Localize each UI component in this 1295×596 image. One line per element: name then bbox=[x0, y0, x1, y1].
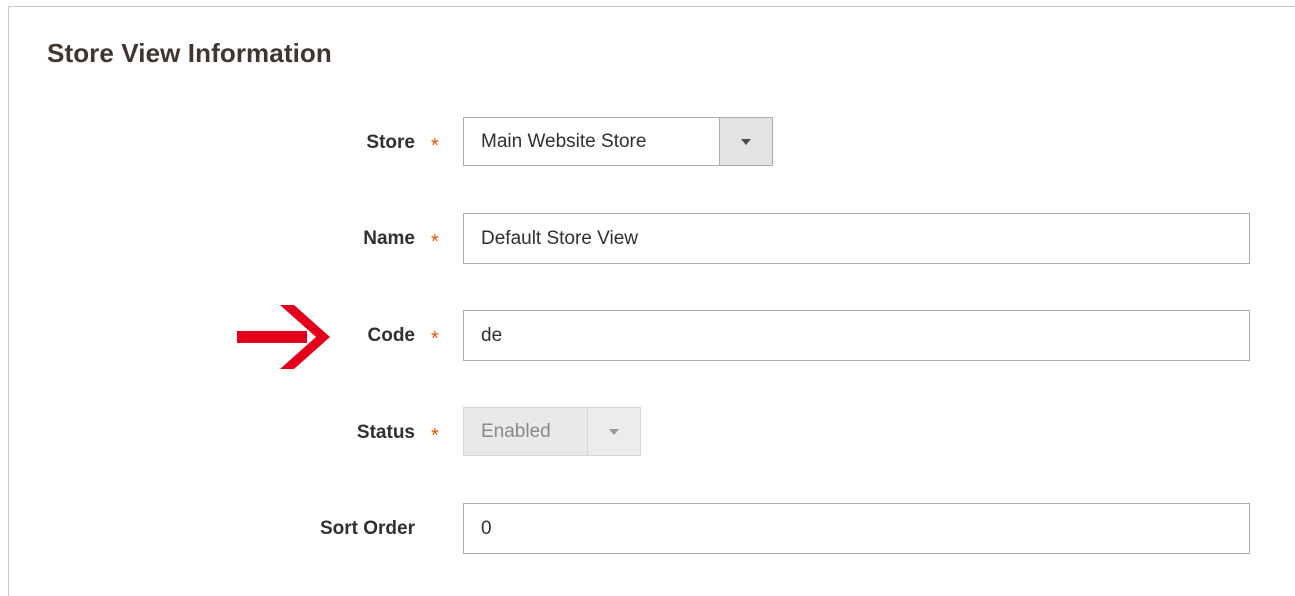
name-required-mark: * bbox=[431, 231, 439, 253]
sort-order-input[interactable]: 0 bbox=[463, 503, 1250, 554]
store-required-mark: * bbox=[431, 135, 439, 157]
store-label: Store bbox=[366, 132, 415, 153]
status-required-mark: * bbox=[431, 425, 439, 447]
panel-border-left bbox=[8, 6, 9, 596]
sort-order-label: Sort Order bbox=[319, 518, 415, 539]
chevron-down-icon bbox=[741, 138, 751, 145]
name-label: Name bbox=[363, 228, 415, 249]
code-input[interactable]: de bbox=[463, 310, 1250, 361]
status-select[interactable]: Enabled bbox=[463, 407, 641, 456]
red-arrow-icon bbox=[237, 305, 330, 369]
store-select-toggle[interactable] bbox=[719, 118, 772, 165]
store-view-form-panel: Store View Information Store * Main Webs… bbox=[0, 0, 1295, 596]
store-select-value: Main Website Store bbox=[481, 130, 647, 152]
chevron-down-icon bbox=[609, 428, 619, 435]
store-select[interactable]: Main Website Store bbox=[463, 117, 773, 166]
section-title: Store View Information bbox=[47, 38, 332, 68]
code-required-mark: * bbox=[431, 328, 439, 350]
name-input[interactable]: Default Store View bbox=[463, 213, 1250, 264]
panel-border-top bbox=[8, 6, 1295, 7]
status-select-toggle[interactable] bbox=[587, 408, 640, 455]
code-label: Code bbox=[367, 325, 416, 346]
status-label: Status bbox=[356, 422, 415, 443]
status-select-value: Enabled bbox=[481, 420, 551, 442]
